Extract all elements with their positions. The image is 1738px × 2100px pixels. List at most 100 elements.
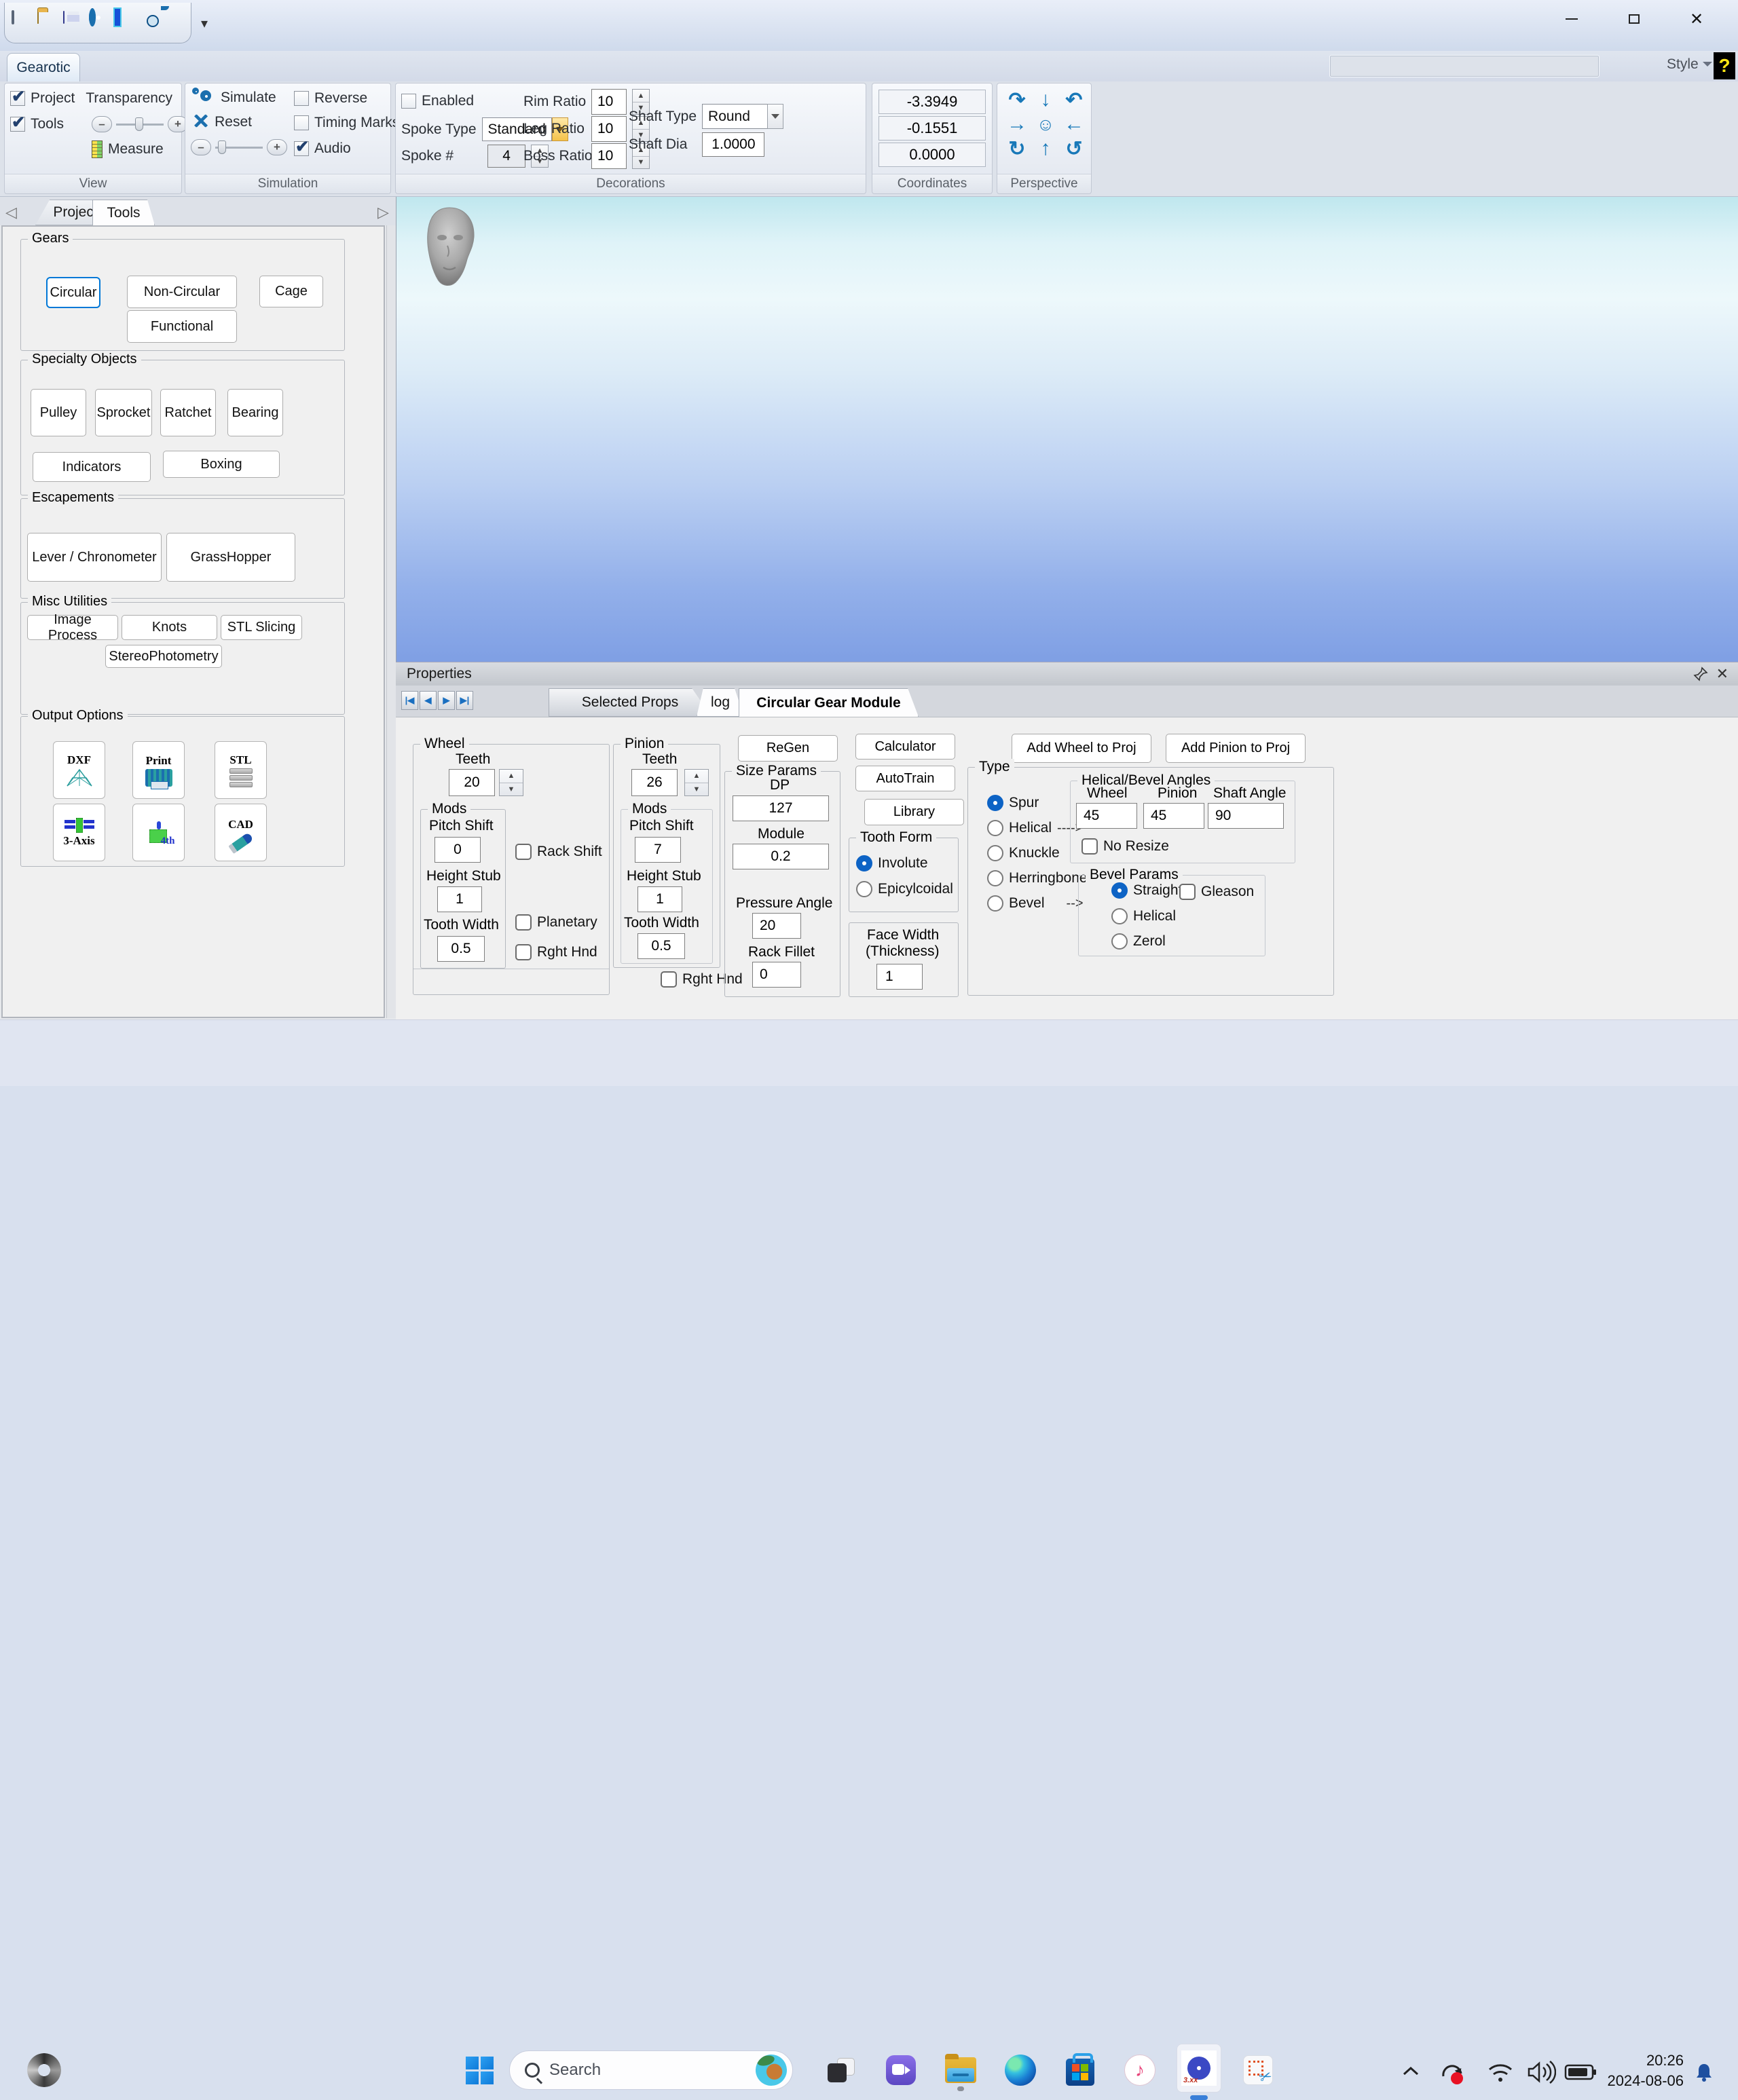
- minimize-button[interactable]: [1556, 5, 1587, 33]
- ratchet-button[interactable]: Ratchet: [160, 389, 216, 436]
- settings-gear-icon[interactable]: [89, 12, 112, 35]
- pan-down-icon[interactable]: ↓: [1031, 88, 1060, 112]
- tools-checkbox[interactable]: [10, 117, 25, 132]
- tab-nav-prev-icon[interactable]: ◀: [420, 691, 437, 710]
- pinion-tooth-width-field[interactable]: [637, 933, 685, 959]
- leg-ratio-field[interactable]: 10: [591, 116, 627, 142]
- herringbone-radio[interactable]: [987, 870, 1003, 886]
- epicylcoidal-radio[interactable]: [856, 881, 872, 897]
- wheel-teeth-spinner[interactable]: ▲▼: [499, 769, 523, 796]
- cage-button[interactable]: Cage: [259, 276, 323, 307]
- tab-circular-gear-module[interactable]: Circular Gear Module: [739, 688, 919, 717]
- pulley-button[interactable]: Pulley: [31, 389, 86, 436]
- spinner-logo-icon[interactable]: [27, 2053, 61, 2087]
- rim-ratio-field[interactable]: 10: [591, 89, 627, 115]
- non-circular-button[interactable]: Non-Circular: [127, 276, 237, 308]
- rack-fillet-field[interactable]: [752, 962, 801, 988]
- calculator-button[interactable]: Calculator: [855, 734, 955, 760]
- speed-slider[interactable]: [215, 147, 263, 149]
- style-label[interactable]: Style: [1667, 56, 1699, 73]
- axis3-output-button[interactable]: 3-Axis: [53, 804, 105, 861]
- style-dropdown-icon[interactable]: [1703, 62, 1712, 71]
- bevel-helical-radio[interactable]: [1111, 908, 1128, 924]
- bing-daily-image-icon[interactable]: [756, 2055, 787, 2086]
- pan-left-icon[interactable]: ←: [1060, 112, 1088, 136]
- pinion-teeth-spinner[interactable]: ▲▼: [684, 769, 709, 796]
- gearotic-taskbar-button[interactable]: 3.xx: [1177, 2044, 1221, 2093]
- speed-plus-button[interactable]: +: [267, 139, 287, 155]
- library-button[interactable]: Library: [864, 799, 964, 825]
- dxf-output-button[interactable]: DXF: [53, 741, 105, 799]
- face-view-icon[interactable]: ☺: [1031, 112, 1060, 136]
- stl-slicing-button[interactable]: STL Slicing: [221, 615, 302, 640]
- notifications-bell-icon[interactable]: [1689, 2057, 1719, 2087]
- angles-pinion-field[interactable]: [1143, 803, 1204, 829]
- involute-radio[interactable]: [856, 855, 872, 871]
- tab-nav-next-icon[interactable]: ▶: [438, 691, 455, 710]
- rotate-ccw-top-icon[interactable]: ↶: [1060, 88, 1088, 112]
- 3d-viewport[interactable]: [396, 197, 1738, 662]
- toolbar-overflow-icon[interactable]: ▾: [201, 15, 208, 32]
- autotrain-button[interactable]: AutoTrain: [855, 766, 955, 791]
- gleason-checkbox[interactable]: [1179, 884, 1196, 900]
- tab-selected-props[interactable]: Selected Props: [549, 688, 711, 717]
- dp-field[interactable]: [733, 795, 829, 821]
- wheel-tooth-width-field[interactable]: [437, 936, 485, 962]
- snipping-tool-button[interactable]: ✂: [1242, 2055, 1274, 2086]
- zerol-radio[interactable]: [1111, 933, 1128, 950]
- audio-checkbox[interactable]: [294, 141, 309, 156]
- shaft-type-combo[interactable]: Round: [702, 104, 783, 129]
- bearing-button[interactable]: Bearing: [227, 389, 283, 436]
- print-output-button[interactable]: Print: [132, 741, 185, 799]
- tab-tools[interactable]: Tools: [92, 200, 155, 225]
- spoke-num-field[interactable]: 4: [487, 145, 525, 168]
- sync-recording-icon[interactable]: [1437, 2057, 1469, 2087]
- chat-button[interactable]: [885, 2055, 917, 2086]
- maximize-button[interactable]: [1619, 5, 1650, 33]
- help-button[interactable]: ?: [1714, 52, 1735, 79]
- side-panel-scrollbar[interactable]: [386, 225, 396, 1018]
- pan-up-icon[interactable]: ↑: [1031, 136, 1060, 161]
- module-field[interactable]: [733, 844, 829, 869]
- rotate-cw-bottom-icon[interactable]: ↻: [1003, 136, 1031, 161]
- task-view-button[interactable]: [826, 2055, 857, 2086]
- speed-minus-button[interactable]: –: [191, 139, 211, 155]
- volume-icon[interactable]: [1523, 2057, 1559, 2087]
- simulate-button[interactable]: Simulate: [221, 90, 276, 106]
- battery-icon[interactable]: [1561, 2057, 1600, 2087]
- enabled-checkbox[interactable]: [401, 94, 416, 109]
- pin-icon[interactable]: [1693, 667, 1708, 686]
- pinion-pitch-shift-field[interactable]: [635, 837, 681, 863]
- image-process-button[interactable]: Image Process: [27, 615, 118, 640]
- wheel-rght-hnd-checkbox[interactable]: [515, 944, 532, 960]
- lever-chronometer-button[interactable]: Lever / Chronometer: [27, 533, 162, 582]
- measure-button[interactable]: Measure: [108, 141, 164, 157]
- rotate-cw-top-icon[interactable]: ↷: [1003, 88, 1031, 112]
- circular-button[interactable]: Circular: [46, 277, 100, 308]
- project-checkbox[interactable]: [10, 91, 25, 106]
- start-button[interactable]: [464, 2055, 495, 2086]
- tab-nav-last-icon[interactable]: ▶|: [456, 691, 473, 710]
- regen-button[interactable]: ReGen: [738, 735, 838, 762]
- pinion-teeth-field[interactable]: [631, 769, 678, 796]
- tab-scroll-right-icon[interactable]: ▷: [377, 204, 389, 221]
- file-explorer-button[interactable]: [945, 2055, 976, 2086]
- stl-output-button[interactable]: STL: [215, 741, 267, 799]
- reverse-checkbox[interactable]: [294, 91, 309, 106]
- boss-ratio-field[interactable]: 10: [591, 143, 627, 169]
- camera-icon[interactable]: [141, 12, 164, 35]
- rotate-ccw-bottom-icon[interactable]: ↺: [1060, 136, 1088, 161]
- add-wheel-to-proj-button[interactable]: Add Wheel to Proj: [1012, 734, 1151, 763]
- pinion-height-stub-field[interactable]: [637, 886, 682, 912]
- close-button[interactable]: ✕: [1681, 5, 1712, 33]
- planetary-checkbox[interactable]: [515, 914, 532, 931]
- fourth-axis-output-button[interactable]: 4th: [132, 804, 185, 861]
- reset-button[interactable]: Reset: [215, 114, 252, 130]
- cad-output-button[interactable]: CAD: [215, 804, 267, 861]
- knots-button[interactable]: Knots: [122, 615, 217, 640]
- itunes-button[interactable]: ♪: [1124, 2055, 1155, 2086]
- tab-log[interactable]: log: [697, 688, 744, 717]
- spur-radio[interactable]: [987, 795, 1003, 811]
- angles-wheel-field[interactable]: [1076, 803, 1137, 829]
- bevel-radio[interactable]: [987, 895, 1003, 912]
